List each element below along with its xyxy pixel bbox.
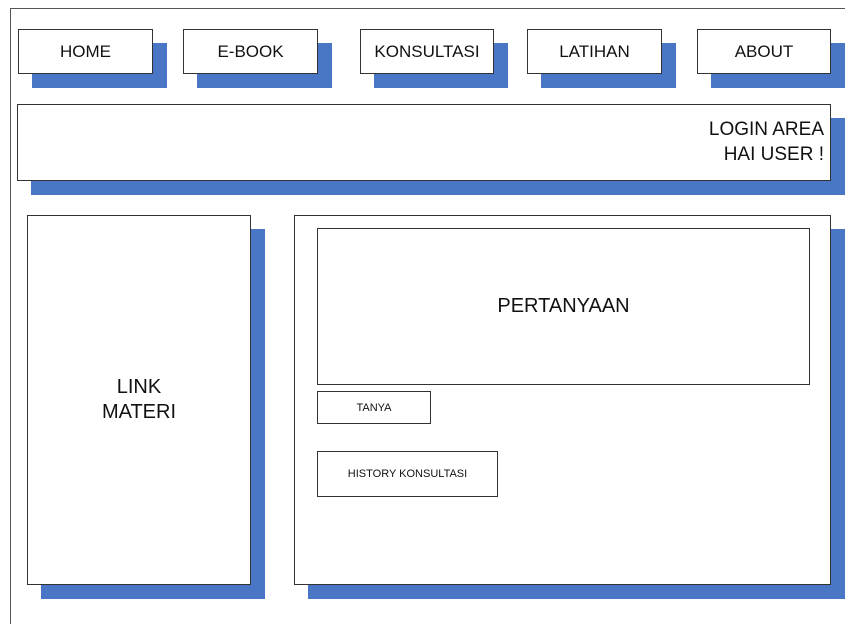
login-area: LOGIN AREA HAI USER ! [17, 104, 831, 181]
login-area-label: LOGIN AREA [708, 118, 824, 140]
question-label: PERTANYAAN [497, 295, 630, 317]
tanya-button[interactable]: TANYA [317, 391, 431, 424]
nav-konsultasi-button[interactable]: KONSULTASI [360, 29, 494, 74]
link-materi-line1: LINK [116, 376, 162, 398]
user-greeting: HAI USER ! [723, 143, 824, 165]
nav-about-button[interactable]: ABOUT [697, 29, 831, 74]
question-input-area[interactable]: PERTANYAAN [317, 228, 810, 385]
history-konsultasi-button[interactable]: HISTORY KONSULTASI [317, 451, 498, 497]
nav-ebook-button[interactable]: E-BOOK [183, 29, 318, 74]
link-materi-line2: MATERI [101, 401, 177, 423]
consultation-panel: PERTANYAAN TANYA HISTORY KONSULTASI [294, 215, 831, 585]
nav-home-button[interactable]: HOME [18, 29, 153, 74]
nav-latihan-button[interactable]: LATIHAN [527, 29, 662, 74]
link-materi-panel[interactable]: LINK MATERI [27, 215, 251, 585]
link-materi-label: LINK MATERI [102, 375, 176, 425]
